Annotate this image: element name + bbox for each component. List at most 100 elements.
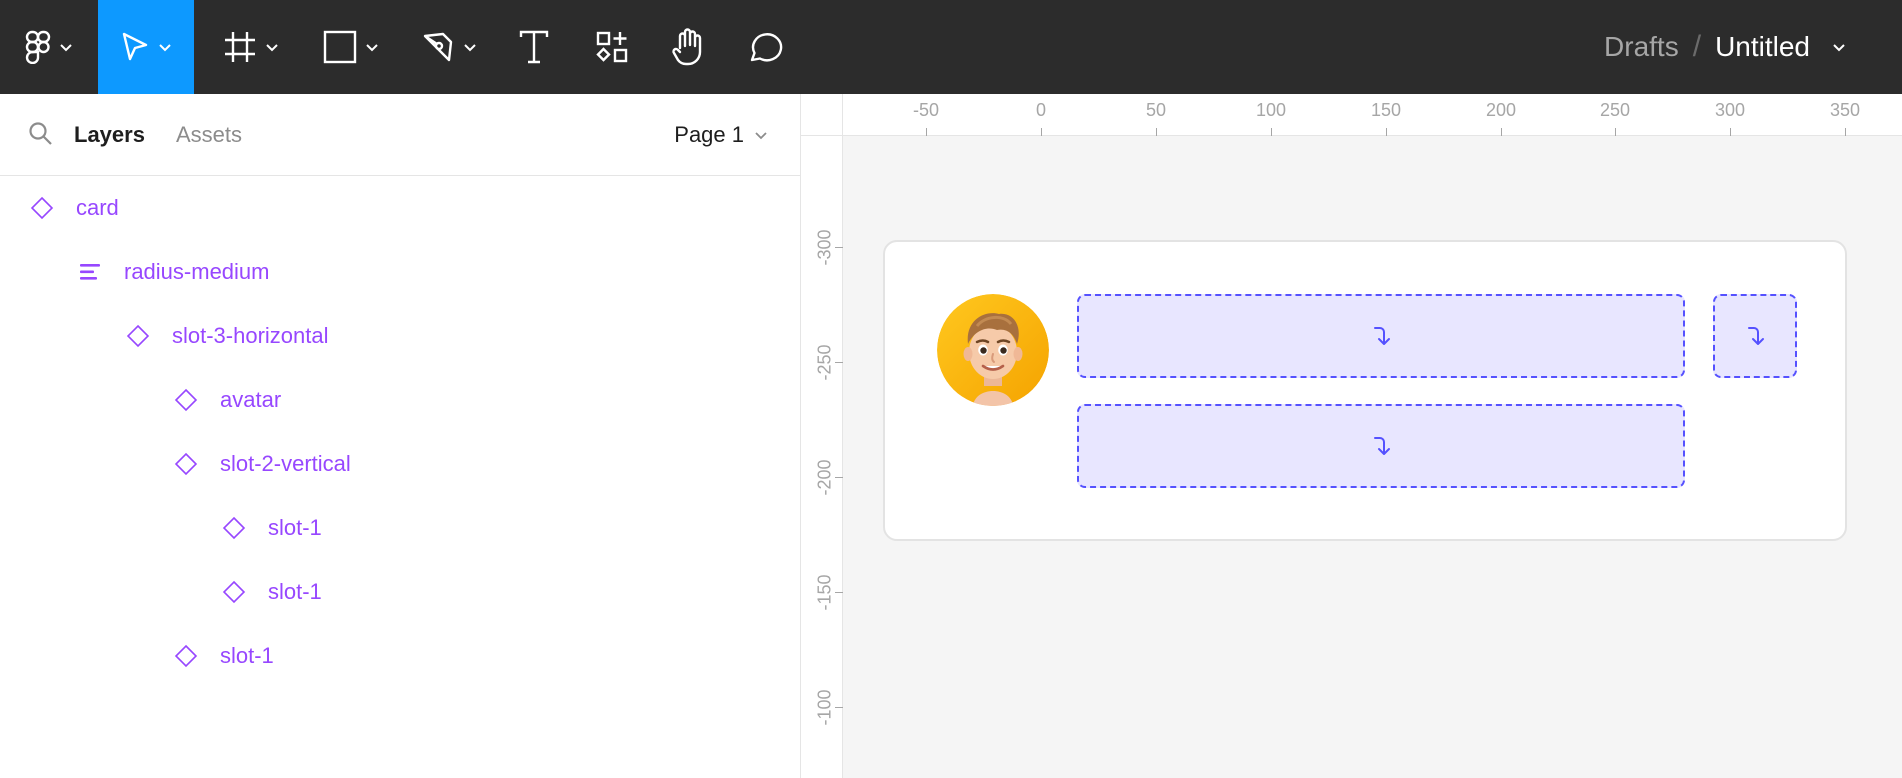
resources-tool-button[interactable] xyxy=(580,0,644,94)
component-diamond-icon xyxy=(172,642,200,670)
page-selector-label: Page 1 xyxy=(674,122,744,147)
ruler-tick-label: 300 xyxy=(1714,100,1746,120)
cursor-arrow-icon xyxy=(122,32,148,61)
layer-label: slot-1 xyxy=(268,579,322,604)
layer-label: slot-3-horizontal xyxy=(172,323,329,348)
chevron-down-icon xyxy=(464,44,476,52)
ruler-tick-label: -100 xyxy=(814,689,835,726)
auto-layout-icon xyxy=(76,258,104,286)
pen-tool-button[interactable] xyxy=(404,0,494,94)
chevron-down-icon xyxy=(60,44,72,52)
avatar-memoji-icon xyxy=(937,294,1049,406)
ruler-tick: -200 xyxy=(801,447,843,507)
chevron-down-icon xyxy=(159,44,171,52)
ruler-tick: 150 xyxy=(1356,94,1416,136)
ruler-tick: 300 xyxy=(1700,94,1760,136)
figma-logo-icon xyxy=(25,30,51,64)
ruler-tick: -50 xyxy=(896,94,956,136)
chevron-down-icon xyxy=(366,44,378,52)
ruler-tick: 350 xyxy=(1815,94,1875,136)
page-selector[interactable]: Page 1 xyxy=(674,122,768,148)
layer-row-slot-1[interactable]: slot-1 xyxy=(0,560,800,624)
ruler-tick-label: 100 xyxy=(1255,100,1287,120)
frame-tool-button[interactable] xyxy=(206,0,296,94)
ruler-tick-label: 150 xyxy=(1370,100,1402,120)
text-t-icon xyxy=(519,30,549,64)
ruler-tick: 100 xyxy=(1241,94,1301,136)
slot-1-placeholder[interactable] xyxy=(1077,294,1685,378)
ruler-horizontal: -50 0 50 100 150 200 250 300 350 xyxy=(843,94,1902,136)
ruler-tick-label: -250 xyxy=(814,344,835,381)
layer-row-avatar[interactable]: avatar xyxy=(0,368,800,432)
ruler-corner xyxy=(801,94,843,136)
layer-label: slot-2-vertical xyxy=(220,451,351,476)
ruler-tick-label: 50 xyxy=(1145,100,1167,120)
slot-1-placeholder[interactable] xyxy=(1713,294,1797,378)
chevron-down-icon xyxy=(755,132,767,140)
breadcrumb-separator: / xyxy=(1692,30,1702,63)
ruler-tick: 250 xyxy=(1585,94,1645,136)
text-tool-button[interactable] xyxy=(502,0,566,94)
hand-icon xyxy=(672,28,702,66)
tab-layers[interactable]: Layers xyxy=(74,122,145,148)
component-diamond-icon xyxy=(28,194,56,222)
layer-row-card[interactable]: card xyxy=(0,176,800,240)
toolbar: Drafts / Untitled xyxy=(0,0,1902,94)
chevron-down-icon xyxy=(266,44,278,52)
components-icon xyxy=(596,31,628,63)
tab-assets[interactable]: Assets xyxy=(176,122,242,148)
ruler-tick: -100 xyxy=(801,677,843,737)
layer-row-slot-3-horizontal[interactable]: slot-3-horizontal xyxy=(0,304,800,368)
ruler-tick-label: 0 xyxy=(1035,100,1046,120)
comment-bubble-icon xyxy=(750,33,783,62)
instance-swap-icon xyxy=(1374,327,1390,345)
layer-label: avatar xyxy=(220,387,282,412)
ruler-tick-label: 200 xyxy=(1485,100,1517,120)
instance-swap-icon xyxy=(1374,437,1390,455)
layer-label: radius-medium xyxy=(124,259,270,284)
move-tool-button[interactable] xyxy=(98,0,194,94)
layers-panel: Layers Assets Page 1 card radius-medium xyxy=(0,94,801,778)
component-diamond-icon xyxy=(172,450,200,478)
avatar[interactable] xyxy=(937,294,1049,406)
instance-swap-icon xyxy=(1748,327,1764,345)
layer-row-slot-1[interactable]: slot-1 xyxy=(0,624,800,688)
comment-tool-button[interactable] xyxy=(734,0,798,94)
layer-row-slot-2-vertical[interactable]: slot-2-vertical xyxy=(0,432,800,496)
component-diamond-icon xyxy=(220,578,248,606)
component-diamond-icon xyxy=(124,322,152,350)
ruler-tick-label: -150 xyxy=(814,574,835,611)
ruler-vertical: -300 -250 -200 -150 -100 xyxy=(801,94,843,778)
ruler-tick-label: -50 xyxy=(912,100,939,120)
pen-icon xyxy=(423,32,453,62)
ruler-tick-label: -200 xyxy=(814,459,835,496)
file-title[interactable]: Untitled xyxy=(1715,31,1810,63)
breadcrumb: Drafts / Untitled xyxy=(1604,0,1846,94)
layer-label: slot-1 xyxy=(268,515,322,540)
shape-tool-button[interactable] xyxy=(306,0,396,94)
ruler-tick: 50 xyxy=(1126,94,1186,136)
layer-label: slot-1 xyxy=(220,643,274,668)
layer-row-radius-medium[interactable]: radius-medium xyxy=(0,240,800,304)
layer-label: card xyxy=(76,195,119,220)
ruler-tick: -150 xyxy=(801,562,843,622)
ruler-tick-label: 250 xyxy=(1599,100,1631,120)
ruler-tick: 200 xyxy=(1471,94,1531,136)
rectangle-icon xyxy=(323,30,357,64)
chevron-down-icon[interactable] xyxy=(1832,40,1846,54)
search-icon[interactable] xyxy=(28,121,54,147)
slot-1-placeholder[interactable] xyxy=(1077,404,1685,488)
card-frame[interactable] xyxy=(883,240,1847,541)
component-diamond-icon xyxy=(172,386,200,414)
frame-hash-icon xyxy=(225,32,255,62)
layer-row-slot-1[interactable]: slot-1 xyxy=(0,496,800,560)
ruler-tick-label: 350 xyxy=(1829,100,1861,120)
hand-tool-button[interactable] xyxy=(656,0,720,94)
canvas[interactable]: -50 0 50 100 150 200 250 300 350 -300 -2… xyxy=(801,94,1902,778)
ruler-tick: -300 xyxy=(801,217,843,277)
main-menu-button[interactable] xyxy=(0,0,98,94)
breadcrumb-drafts[interactable]: Drafts xyxy=(1604,31,1679,63)
component-diamond-icon xyxy=(220,514,248,542)
ruler-tick: 0 xyxy=(1011,94,1071,136)
panel-header: Layers Assets Page 1 xyxy=(0,94,800,176)
